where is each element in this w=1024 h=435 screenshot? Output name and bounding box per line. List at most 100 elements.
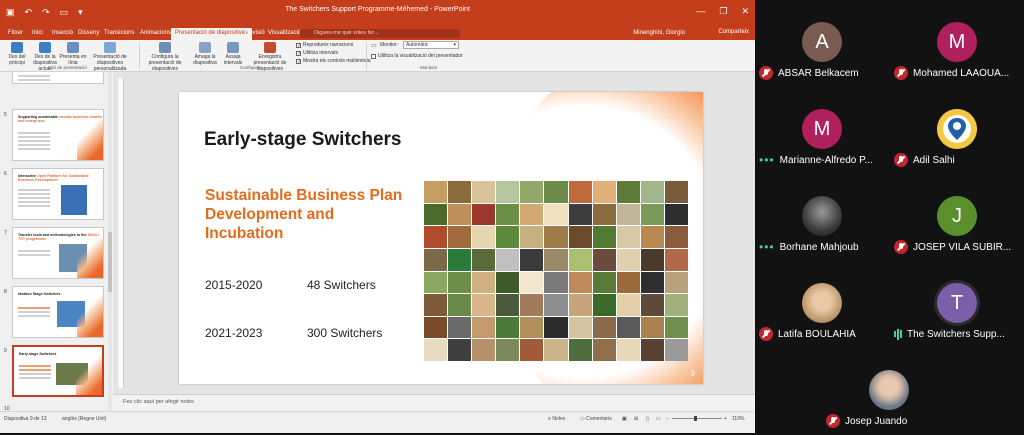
normal-view-icon[interactable]: ▣	[622, 416, 627, 422]
photo-collage[interactable]	[424, 181, 688, 361]
setup-slideshow-button[interactable]: Configura la presentació de diapositives	[143, 42, 187, 72]
tab-view[interactable]: Visualització	[268, 30, 301, 36]
participant-name-bar: ABSAR Belkacem	[759, 66, 889, 80]
group-setup: Configura	[240, 65, 260, 70]
tell-me-search[interactable]: Digueu-me què voleu fer...	[300, 29, 460, 38]
slide-thumbnails-panel[interactable]: 5 Supporting sustainable circular busine…	[0, 72, 112, 411]
collage-photo-tile	[592, 203, 616, 226]
participant-tile-active-speaker[interactable]: T The Switchers Supp...	[890, 261, 1024, 348]
collage-photo-tile	[448, 181, 472, 203]
scrollbar-thumb[interactable]	[108, 232, 112, 292]
zoom-slider-handle[interactable]	[694, 416, 697, 421]
tab-file[interactable]: Fitxer	[8, 30, 23, 36]
participant-tile[interactable]: A ABSAR Belkacem	[755, 0, 889, 87]
collage-photo-tile	[544, 271, 568, 294]
collage-photo-tile	[496, 271, 520, 294]
collage-photo-tile	[448, 316, 472, 339]
tab-transitions[interactable]: Transicions	[104, 30, 134, 36]
group-start-slideshow: Inici de presentació	[48, 65, 87, 70]
tab-slideshow[interactable]: Presentació de diapositives	[171, 28, 253, 40]
notes-pane[interactable]: Feu clic aquí per afegir notes	[113, 394, 755, 411]
tab-design[interactable]: Disseny	[78, 30, 99, 36]
collage-photo-tile	[544, 316, 568, 339]
collage-photo-tile	[544, 181, 568, 203]
user-name[interactable]: Minenghini, Giorgio	[633, 30, 685, 36]
slide-subtitle[interactable]: Sustainable Business Plan Development an…	[205, 186, 415, 243]
current-slide[interactable]: Early-stage Switchers Sustainable Busine…	[179, 92, 703, 384]
participants-gallery: A ABSAR Belkacem M Mohamed LAAOUA... M •…	[755, 0, 1024, 433]
thumbnail-text	[18, 307, 50, 319]
tab-insert[interactable]: Inserció	[52, 30, 73, 36]
collage-photo-tile	[472, 316, 496, 339]
custom-slideshow-button[interactable]: Presentació de diapositives personalitza…	[86, 42, 134, 72]
rehearse-timings-button[interactable]: Assaja intervals	[218, 42, 248, 66]
avatar: M	[937, 22, 977, 62]
participant-tile[interactable]: Adil Salhi	[890, 87, 1024, 174]
zoom-slider[interactable]	[672, 416, 722, 421]
collage-photo-tile	[664, 248, 688, 271]
zoom-in-icon[interactable]: +	[724, 416, 727, 422]
avatar: M	[802, 109, 842, 149]
share-button[interactable]: Comparteix	[718, 29, 749, 35]
reading-view-icon[interactable]: ▯	[646, 416, 649, 422]
from-beginning-button[interactable]: Des del principi	[2, 42, 32, 66]
checkbox-checked-icon: ✓	[296, 42, 302, 49]
slide-thumbnail[interactable]: Supporting sustainable circular business…	[12, 109, 104, 161]
collage-photo-tile	[664, 294, 688, 316]
collage-photo-tile	[592, 271, 616, 294]
collage-photo-tile	[616, 339, 640, 361]
collage-photo-tile	[664, 181, 688, 203]
notes-button[interactable]: ≡ Notes	[548, 416, 565, 422]
participant-tile[interactable]: M Mohamed LAAOUA...	[890, 0, 1024, 87]
collage-photo-tile	[640, 339, 664, 361]
collage-photo-tile	[640, 316, 664, 339]
tab-animations[interactable]: Animacions	[140, 30, 171, 36]
slide-thumbnail[interactable]: Interactive Open Platform for Sustainabl…	[12, 168, 104, 220]
record-icon	[264, 42, 276, 53]
close-icon[interactable]: ✕	[741, 6, 749, 17]
collage-photo-tile	[424, 248, 448, 271]
slide-title[interactable]: Early-stage Switchers	[204, 129, 401, 151]
tab-review[interactable]: Revisió	[245, 30, 265, 36]
participant-tile[interactable]: M ••• Marianne-Alfredo P...	[755, 87, 889, 174]
comments-button[interactable]: ▭ Comentaris	[580, 416, 612, 422]
slide-sorter-icon[interactable]: ⊞	[634, 416, 638, 422]
zoom-out-icon[interactable]: −	[666, 416, 669, 422]
use-timings-checkbox[interactable]: ✓ Utilitza intervals	[296, 50, 338, 56]
monitor-select[interactable]: Automàtic ▾	[403, 41, 459, 49]
collage-photo-tile	[568, 339, 592, 361]
location-pin-logo-icon	[937, 109, 977, 149]
slide-thumbnail[interactable]: Ideation Stage Switchers	[12, 286, 104, 338]
collage-photo-tile	[520, 339, 544, 361]
hide-slide-button[interactable]: Amaga la diapositiva	[190, 42, 220, 66]
slideshow-view-icon[interactable]: ▭	[656, 416, 661, 422]
tab-home[interactable]: Inici	[32, 30, 43, 36]
show-media-controls-checkbox[interactable]: ✓ Mostra els controls multimèdia	[296, 58, 371, 64]
collage-photo-tile	[664, 316, 688, 339]
participant-tile[interactable]: Josep Juando	[822, 348, 956, 435]
collage-photo-tile	[664, 339, 688, 361]
play-narrations-checkbox[interactable]: ✓ Reprodueix narracions	[296, 42, 353, 48]
collage-photo-tile	[472, 203, 496, 226]
collage-photo-tile	[544, 339, 568, 361]
slide-thumbnail[interactable]: Transfer tools and methodologies to the …	[12, 227, 104, 279]
monitor-icon: ▭	[371, 43, 377, 49]
zoom-level[interactable]: 119%	[732, 416, 744, 422]
collage-photo-tile	[664, 226, 688, 248]
language-indicator[interactable]: anglès (Regne Unit)	[62, 416, 106, 422]
participant-tile[interactable]: J JOSEP VILA SUBIR...	[890, 174, 1024, 261]
participant-tile[interactable]: ••• Borhane Mahjoub	[755, 174, 889, 261]
hide-slide-icon	[199, 42, 211, 53]
group-monitors: Monitors	[420, 65, 438, 70]
present-online-button[interactable]: Presenta en línia	[58, 42, 88, 66]
participant-tile[interactable]: Latifa BOULAHIA	[755, 261, 889, 348]
collage-photo-tile	[496, 316, 520, 339]
collage-photo-tile	[640, 203, 664, 226]
slide-thumbnail-active[interactable]: Early-stage Switchers	[12, 345, 104, 397]
thumbnail-scrollbar[interactable]	[108, 72, 112, 411]
muted-mic-icon	[759, 327, 773, 341]
restore-icon[interactable]: ❐	[719, 6, 727, 17]
presenter-view-checkbox[interactable]: Utilitza la visualització del presentado…	[371, 53, 463, 59]
minimize-icon[interactable]: —	[696, 6, 705, 17]
slide-thumbnail[interactable]	[12, 72, 104, 84]
